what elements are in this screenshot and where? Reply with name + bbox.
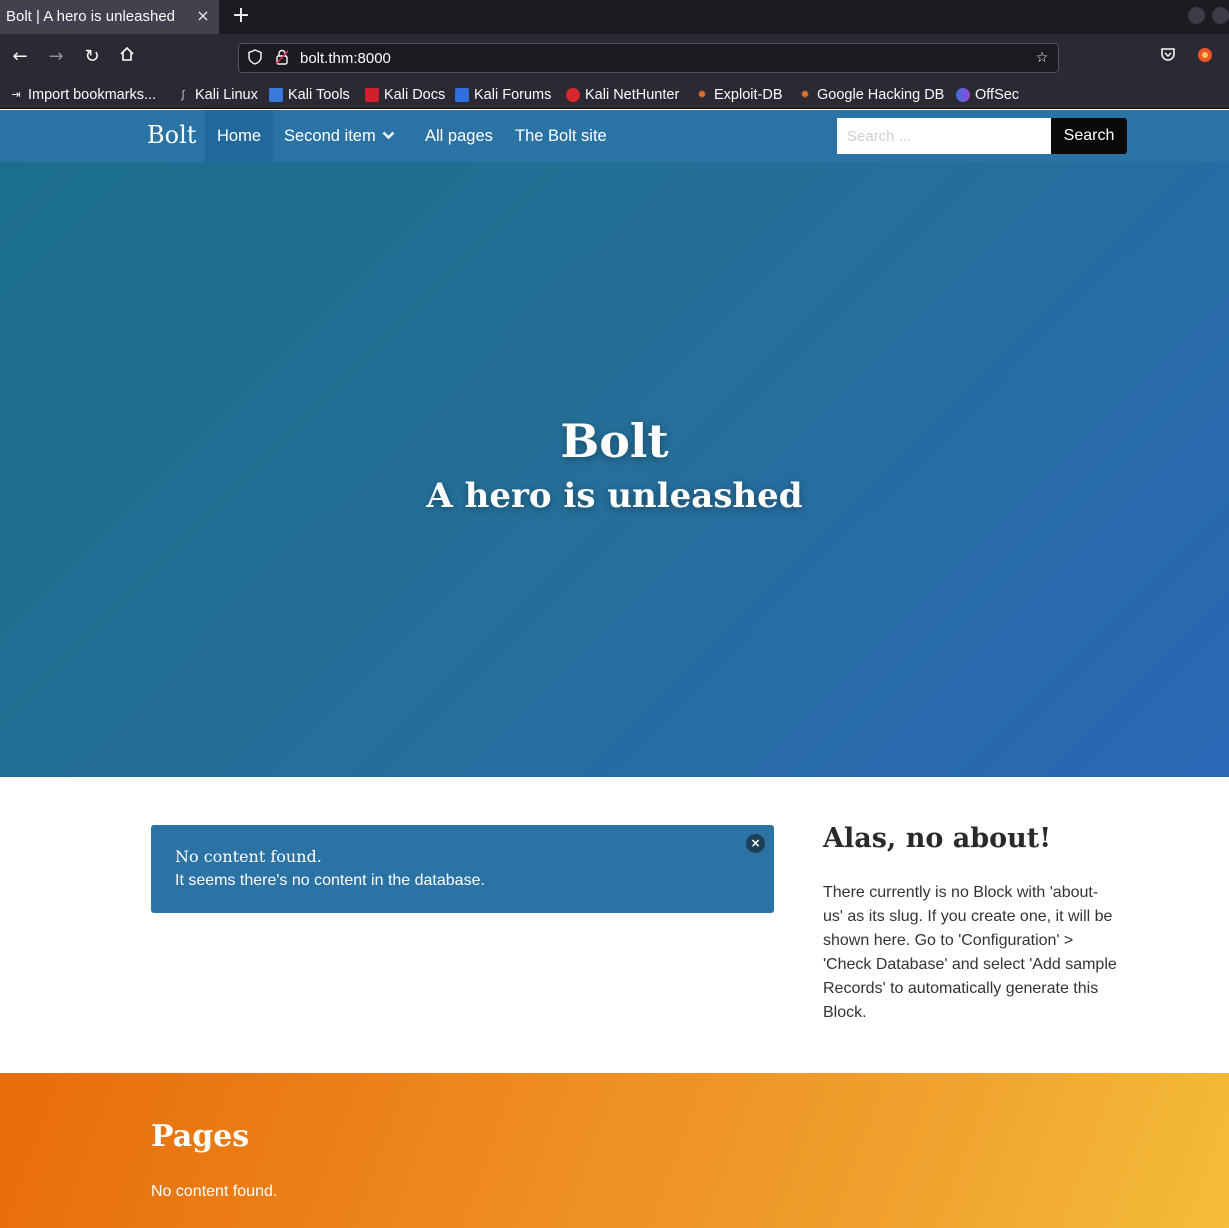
bookmark-exploit-db[interactable]: ✹ Exploit-DB <box>695 85 783 105</box>
main-content: No content found. It seems there's no co… <box>0 777 1229 1073</box>
bookmark-kali-docs[interactable]: Kali Docs <box>365 85 445 105</box>
url-text[interactable]: bolt.thm:8000 <box>300 50 391 67</box>
offsec-icon <box>956 88 970 102</box>
hero-title: Bolt <box>560 414 669 468</box>
pages-title: Pages <box>151 1119 250 1154</box>
bookmark-offsec[interactable]: OffSec <box>956 85 1019 105</box>
chevron-down-icon <box>382 110 395 162</box>
nav-item-home[interactable]: Home <box>205 110 274 162</box>
pages-section: Pages No content found. <box>0 1073 1229 1228</box>
nethunter-icon <box>566 88 580 102</box>
bookmark-label: Google Hacking DB <box>817 87 945 103</box>
about-text: There currently is no Block with 'about-… <box>823 884 1117 1021</box>
exploit-db-icon: ✹ <box>697 89 707 101</box>
bookmark-label: Kali NetHunter <box>585 87 680 103</box>
pages-empty-text: No content found. <box>151 1183 278 1200</box>
shield-icon[interactable] <box>246 49 264 67</box>
bookmark-label: Kali Linux <box>195 87 258 103</box>
bookmark-kali-forums[interactable]: Kali Forums <box>455 85 551 105</box>
hero-subtitle: A hero is unleashed <box>426 476 803 516</box>
no-content-alert: No content found. It seems there's no co… <box>151 825 774 913</box>
search-input[interactable] <box>837 118 1051 154</box>
bookmark-label: Kali Forums <box>474 87 552 103</box>
nav-item-label: Second item <box>284 127 376 145</box>
browser-tab[interactable]: Bolt | A hero is unleashed × <box>0 0 219 34</box>
site-brand-link[interactable]: Bolt <box>147 121 196 149</box>
site-navbar: Bolt Home Second item All pages The Bolt… <box>0 110 1229 162</box>
close-tab-icon[interactable]: × <box>194 6 212 26</box>
close-window-button[interactable] <box>1212 7 1229 24</box>
tab-title: Bolt | A hero is unleashed <box>6 8 176 25</box>
kali-forums-icon <box>455 88 469 102</box>
reload-icon[interactable]: ↻ <box>81 46 103 68</box>
bookmark-label: Kali Tools <box>288 87 350 103</box>
bookmark-label: OffSec <box>975 87 1020 103</box>
kali-tools-icon <box>269 88 283 102</box>
alert-title: No content found. <box>175 847 322 866</box>
bookmark-kali-tools[interactable]: Kali Tools <box>269 85 350 105</box>
ghdb-icon: ✹ <box>800 89 810 101</box>
about-title: Alas, no about! <box>823 823 1052 854</box>
bookmark-star-icon[interactable]: ☆ <box>1033 49 1051 67</box>
import-icon: ⇥ <box>11 89 21 101</box>
extension-icon[interactable] <box>1194 46 1216 68</box>
bookmark-kali-linux[interactable]: ∫ Kali Linux <box>176 85 258 105</box>
bookmark-label: Kali Docs <box>384 87 446 103</box>
forward-arrow-icon[interactable]: → <box>45 46 67 68</box>
bookmark-kali-nethunter[interactable]: Kali NetHunter <box>566 85 679 105</box>
bookmark-label: Exploit-DB <box>714 87 783 103</box>
hero-section: Bolt A hero is unleashed <box>0 162 1229 777</box>
bookmark-ghdb[interactable]: ✹ Google Hacking DB <box>798 85 944 105</box>
bookmarks-toolbar: ⇥ Import bookmarks... ∫ Kali Linux Kali … <box>0 80 1229 109</box>
close-icon[interactable]: × <box>746 834 765 853</box>
browser-toolbar: ← → ↻ bolt.thm:8000 ☆ <box>0 34 1229 80</box>
back-arrow-icon[interactable]: ← <box>9 46 31 68</box>
nav-item-all-pages[interactable]: All pages <box>425 110 493 162</box>
nav-item-bolt-site[interactable]: The Bolt site <box>515 110 607 162</box>
home-icon[interactable] <box>116 46 138 68</box>
browser-tab-bar: Bolt | A hero is unleashed × + <box>0 0 1229 34</box>
nav-item-second-item[interactable]: Second item <box>284 110 395 162</box>
insecure-lock-icon[interactable] <box>273 49 291 67</box>
minimize-window-button[interactable] <box>1188 7 1205 24</box>
url-bar[interactable]: bolt.thm:8000 ☆ <box>238 43 1059 73</box>
kali-dragon-icon: ∫ <box>181 89 185 101</box>
kali-docs-icon <box>365 88 379 102</box>
pocket-icon[interactable] <box>1157 46 1179 68</box>
bookmark-label: Import bookmarks... <box>28 87 157 103</box>
new-tab-button[interactable]: + <box>230 4 252 28</box>
alert-text: It seems there's no content in the datab… <box>175 872 485 889</box>
bookmark-import[interactable]: ⇥ Import bookmarks... <box>9 85 156 105</box>
search-button[interactable]: Search <box>1051 118 1127 154</box>
